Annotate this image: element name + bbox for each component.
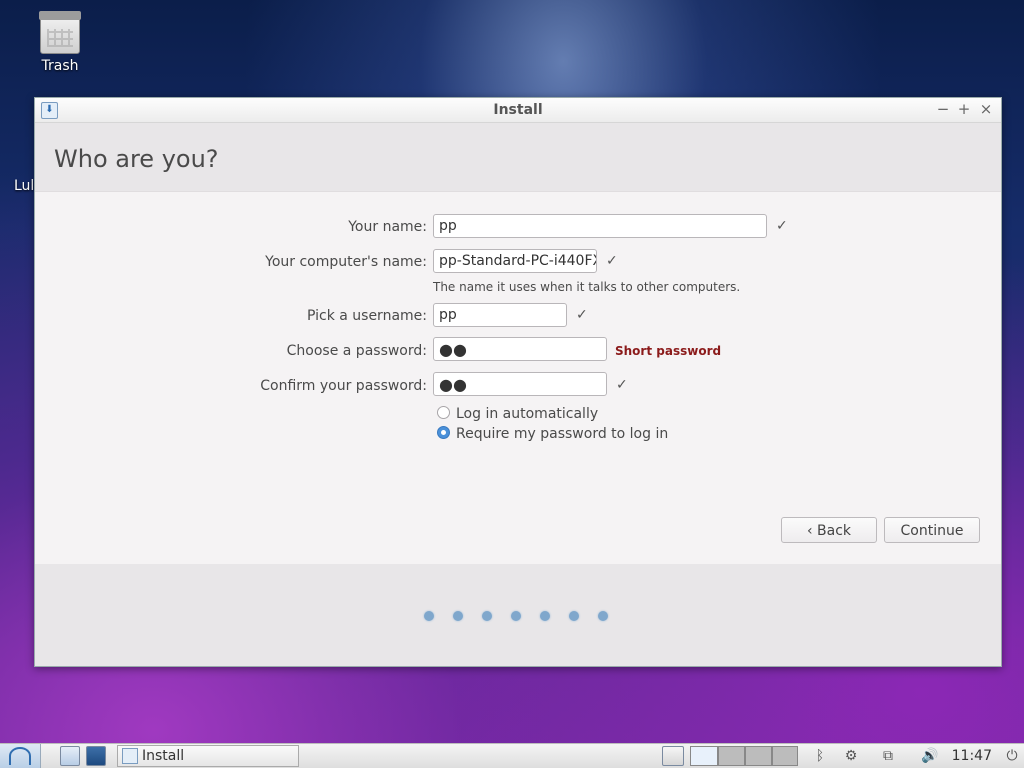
trash-desktop-icon[interactable]: Trash: [30, 8, 90, 74]
install-task-icon: [122, 748, 138, 764]
maximize-button[interactable]: +: [955, 100, 973, 118]
require-password-option[interactable]: Require my password to log in: [437, 426, 668, 442]
desktop-pager-2[interactable]: [718, 746, 745, 766]
progress-dots: [424, 609, 608, 625]
desktop-pager-3[interactable]: [745, 746, 772, 766]
file-manager-icon[interactable]: [86, 746, 106, 766]
taskbar: Install ᛒ ⚙ ⧉ 🔊 11:47 ⏻: [0, 743, 1024, 768]
username-valid-check-icon: ✓: [576, 307, 588, 323]
computer-name-field[interactable]: pp-Standard-PC-i440FX: [433, 249, 597, 273]
progress-dot: [598, 611, 608, 621]
progress-dot: [424, 611, 434, 621]
login-automatically-radio[interactable]: [437, 406, 450, 419]
name-label: Your name:: [348, 219, 427, 235]
password-label: Choose a password:: [286, 343, 427, 359]
username-label: Pick a username:: [306, 308, 427, 324]
continue-button[interactable]: Continue: [884, 517, 980, 543]
update-notifier-icon[interactable]: ⚙: [840, 746, 862, 766]
page-header: Who are you?: [35, 123, 1001, 192]
install-footer: [35, 564, 1001, 666]
trash-label: Trash: [41, 58, 79, 74]
name-valid-check-icon: ✓: [776, 218, 788, 234]
trash-icon: [39, 11, 81, 54]
bluetooth-icon[interactable]: ᛒ: [812, 746, 828, 766]
taskbar-task-label: Install: [142, 748, 185, 764]
taskbar-task-install[interactable]: Install: [117, 745, 299, 767]
back-button[interactable]: ‹ Back: [781, 517, 877, 543]
require-password-radio[interactable]: [437, 426, 450, 439]
window-title: Install: [493, 102, 543, 118]
close-button[interactable]: ×: [977, 100, 995, 118]
progress-dot: [511, 611, 521, 621]
install-window: ⬇ Install − + × Who are you? Your name: …: [34, 97, 1002, 667]
progress-dot: [482, 611, 492, 621]
window-list-icon[interactable]: [662, 746, 684, 766]
computer-name-valid-check-icon: ✓: [606, 253, 618, 269]
require-password-label: Require my password to log in: [456, 426, 669, 442]
progress-dot: [569, 611, 579, 621]
desktop-pager-1[interactable]: [690, 746, 718, 766]
username-field[interactable]: pp: [433, 303, 567, 327]
window-titlebar[interactable]: ⬇ Install − + ×: [35, 98, 1001, 123]
power-icon[interactable]: ⏻: [1004, 746, 1020, 766]
page-title: Who are you?: [54, 145, 219, 173]
chevron-left-icon: ‹: [806, 523, 813, 539]
computer-name-label: Your computer's name:: [265, 254, 427, 270]
progress-dot: [453, 611, 463, 621]
login-automatically-label: Log in automatically: [456, 406, 599, 422]
desktop-partial-label[interactable]: Lul: [14, 178, 34, 194]
volume-icon[interactable]: 🔊: [918, 746, 942, 766]
login-automatically-option[interactable]: Log in automatically: [437, 406, 598, 422]
taskbar-clock[interactable]: 11:47: [952, 746, 992, 766]
confirm-password-field[interactable]: ●●: [433, 372, 607, 396]
progress-dot: [540, 611, 550, 621]
show-desktop-icon[interactable]: [60, 746, 80, 766]
confirm-password-valid-check-icon: ✓: [616, 377, 628, 393]
password-strength-warning: Short password: [615, 344, 722, 358]
start-menu-button[interactable]: [0, 744, 41, 768]
minimize-button[interactable]: −: [934, 100, 952, 118]
password-field[interactable]: ●●: [433, 337, 607, 361]
network-icon[interactable]: ⧉: [876, 746, 900, 766]
confirm-password-label: Confirm your password:: [260, 378, 427, 394]
name-field[interactable]: pp: [433, 214, 767, 238]
back-button-label: Back: [817, 523, 852, 539]
computer-name-hint: The name it uses when it talks to other …: [433, 280, 741, 294]
desktop-pager-4[interactable]: [772, 746, 798, 766]
